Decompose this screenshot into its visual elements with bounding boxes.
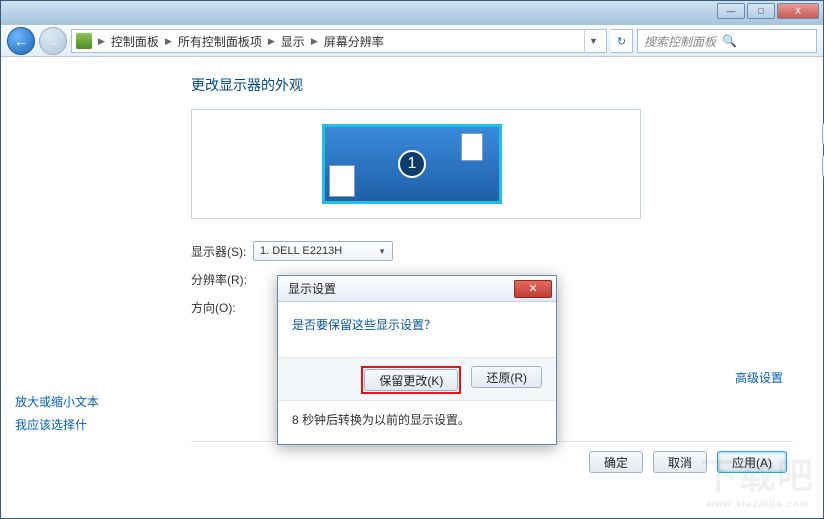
- breadcrumb-dropdown[interactable]: ▼: [584, 29, 602, 53]
- content-area: 更改显示器的外观 1 检测(C) 识别(I) 显示器(S):: [1, 57, 823, 518]
- chevron-right-icon: ▶: [268, 36, 275, 47]
- breadcrumb-item[interactable]: 显示: [281, 33, 305, 50]
- monitor-1[interactable]: 1: [322, 124, 502, 204]
- window-preview-icon: [461, 133, 483, 161]
- dialog-titlebar: 显示设置 ✕: [278, 276, 556, 302]
- advanced-settings-link[interactable]: 高级设置: [735, 369, 783, 386]
- arrow-right-icon: →: [46, 33, 60, 49]
- display-value: 1. DELL E2213H: [260, 245, 342, 257]
- cancel-button[interactable]: 取消: [653, 451, 707, 473]
- footer-buttons: 确定 取消 应用(A): [589, 451, 787, 473]
- window-frame: — □ X ← → ▶ 控制面板 ▶ 所有控制面板项 ▶ 显示 ▶ 屏幕分辨率 …: [0, 0, 824, 519]
- breadcrumb-item[interactable]: 控制面板: [111, 33, 159, 50]
- highlight-box: 保留更改(K): [361, 366, 461, 394]
- monitor-number: 1: [398, 150, 426, 178]
- dialog-button-row: 保留更改(K) 还原(R): [278, 357, 556, 401]
- search-input[interactable]: 搜索控制面板 🔍: [637, 29, 817, 53]
- navbar: ← → ▶ 控制面板 ▶ 所有控制面板项 ▶ 显示 ▶ 屏幕分辨率 ▼ ↻ 搜索…: [1, 25, 823, 57]
- monitor-preview-box: 1: [191, 109, 641, 219]
- which-select-link[interactable]: 我应该选择什: [15, 414, 99, 437]
- revert-button[interactable]: 还原(R): [471, 366, 542, 388]
- forward-button[interactable]: →: [39, 27, 67, 55]
- dialog-countdown: 8 秒钟后转换为以前的显示设置。: [278, 401, 556, 444]
- keep-changes-button[interactable]: 保留更改(K): [364, 369, 458, 391]
- refresh-button[interactable]: ↻: [611, 29, 633, 53]
- chevron-right-icon: ▶: [165, 36, 172, 47]
- refresh-icon: ↻: [617, 35, 626, 48]
- orientation-label: 方向(O):: [191, 299, 253, 316]
- search-placeholder: 搜索控制面板: [644, 33, 716, 50]
- back-button[interactable]: ←: [7, 27, 35, 55]
- arrow-left-icon: ←: [14, 33, 28, 49]
- close-button[interactable]: X: [777, 3, 819, 19]
- breadcrumb-item[interactable]: 屏幕分辨率: [324, 33, 384, 50]
- titlebar: — □ X: [1, 1, 823, 25]
- resolution-label: 分辨率(R):: [191, 271, 253, 288]
- enlarge-text-link[interactable]: 放大或缩小文本: [15, 391, 99, 414]
- page-title: 更改显示器的外观: [191, 75, 823, 95]
- chevron-right-icon: ▶: [311, 36, 318, 47]
- display-settings-dialog: 显示设置 ✕ 是否要保留这些显示设置？ 保留更改(K) 还原(R) 8 秒钟后转…: [277, 275, 557, 445]
- close-icon: ✕: [528, 282, 537, 295]
- apply-button[interactable]: 应用(A): [717, 451, 787, 473]
- dialog-title: 显示设置: [288, 280, 336, 297]
- minimize-button[interactable]: —: [717, 3, 745, 19]
- search-icon: 🔍: [722, 34, 737, 48]
- maximize-button[interactable]: □: [747, 3, 775, 19]
- window-preview-icon: [329, 165, 355, 197]
- breadcrumb-item[interactable]: 所有控制面板项: [178, 33, 262, 50]
- side-links: 放大或缩小文本 我应该选择什: [15, 391, 99, 437]
- ok-button[interactable]: 确定: [589, 451, 643, 473]
- dialog-close-button[interactable]: ✕: [514, 280, 552, 298]
- dialog-question: 是否要保留这些显示设置？: [278, 302, 556, 343]
- chevron-right-icon: ▶: [98, 36, 105, 47]
- breadcrumb[interactable]: ▶ 控制面板 ▶ 所有控制面板项 ▶ 显示 ▶ 屏幕分辨率 ▼: [71, 29, 607, 53]
- display-label: 显示器(S):: [191, 243, 253, 260]
- display-select[interactable]: 1. DELL E2213H ▼: [253, 241, 393, 261]
- chevron-down-icon: ▼: [378, 247, 386, 256]
- control-panel-icon: [76, 33, 92, 49]
